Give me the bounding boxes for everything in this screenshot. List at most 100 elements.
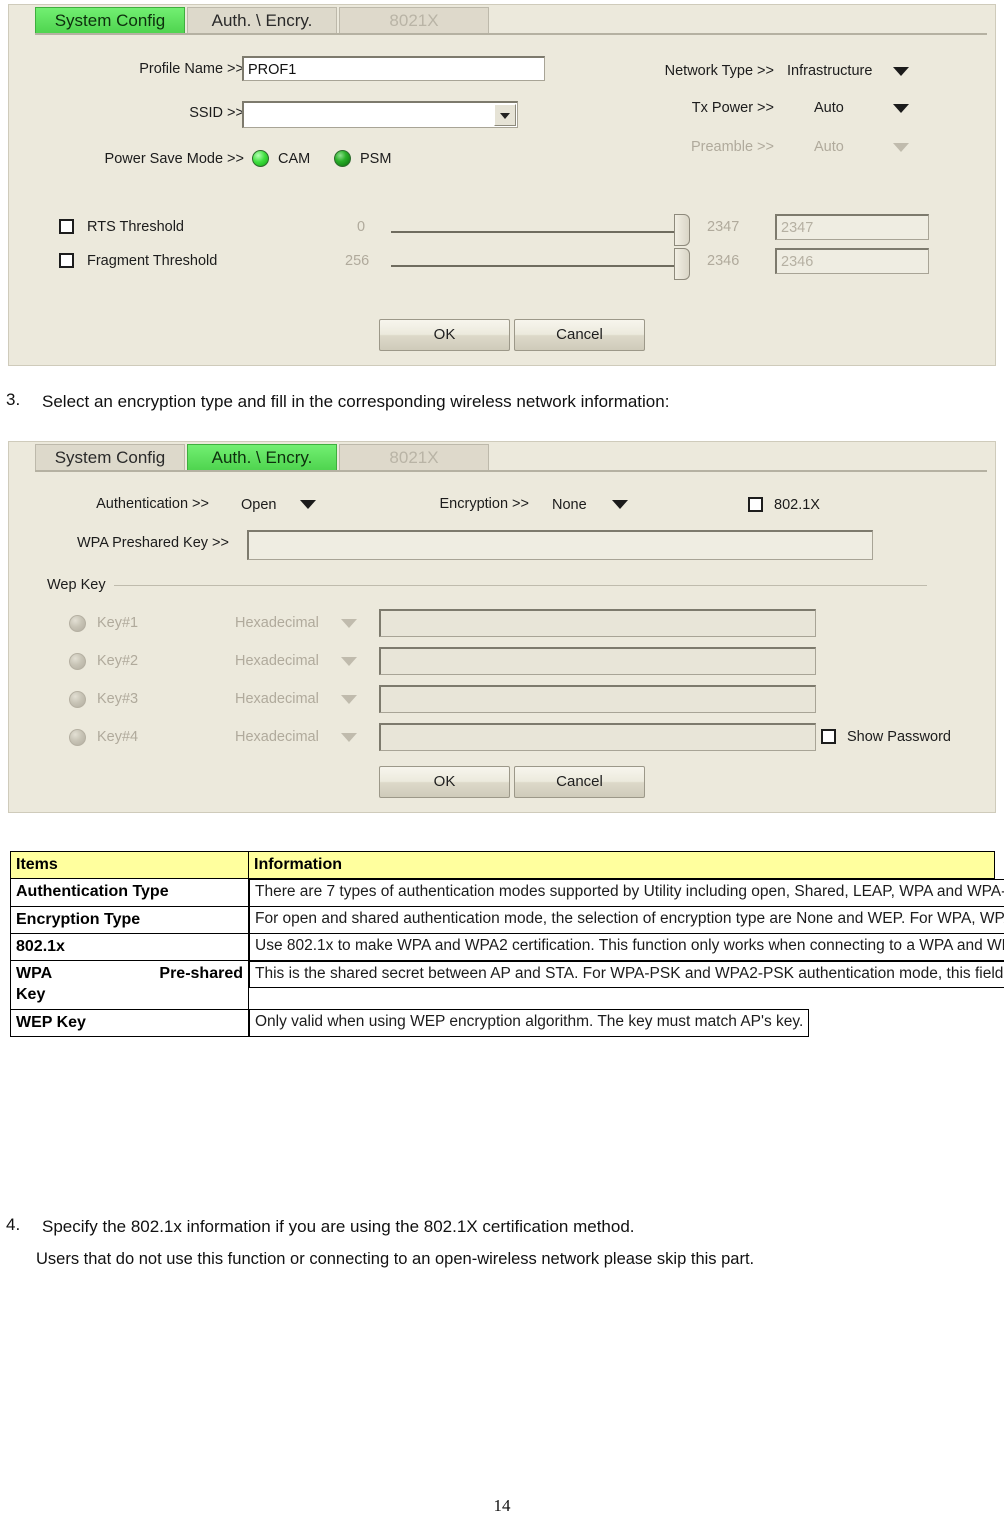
panel2-tabstrip: System Config Auth. \ Encry. 8021X — [9, 442, 995, 472]
panel1-ok-button[interactable]: OK — [379, 319, 510, 351]
wep-key4-label: Key#4 — [97, 729, 139, 745]
wep-key4-input — [379, 723, 816, 751]
profile-name-input[interactable]: PROF1 — [242, 56, 545, 81]
table-cell-key: WEP Key — [10, 1008, 249, 1037]
table-row: WPA Pre-shared Key This is the shared se… — [10, 960, 1004, 1010]
table-cell-value: For open and shared authentication mode,… — [249, 906, 1004, 934]
wep-key-group-label: Wep Key — [47, 577, 106, 593]
rts-threshold-checkbox[interactable] — [59, 219, 74, 234]
panel2-ok-button[interactable]: OK — [379, 766, 510, 798]
table-cell-key: Authentication Type — [10, 878, 249, 907]
power-save-psm-radio[interactable] — [334, 150, 351, 167]
ssid-combo[interactable] — [242, 101, 518, 128]
panel1-cancel-button[interactable]: Cancel — [514, 319, 645, 351]
tab-8021x: 8021X — [339, 7, 489, 33]
table-cell-value: There are 7 types of authentication mode… — [249, 879, 1004, 907]
fragment-threshold-slider-track[interactable] — [391, 265, 687, 267]
encryption-value[interactable]: None — [552, 497, 587, 513]
panel1-tabstrip: System Config Auth. \ Encry. 8021X — [9, 5, 995, 35]
network-type-chevron-down-icon[interactable] — [893, 67, 909, 76]
power-save-cam-radio[interactable] — [252, 150, 269, 167]
system-config-panel: System Config Auth. \ Encry. 8021X Profi… — [8, 4, 996, 366]
wep-key3-input — [379, 685, 816, 713]
rts-threshold-slider-track[interactable] — [391, 231, 687, 233]
fragment-threshold-value-input[interactable]: 2346 — [775, 248, 929, 274]
rts-threshold-value-input[interactable]: 2347 — [775, 214, 929, 240]
preamble-label: Preamble >> — [690, 139, 774, 155]
step-3-number: 3. — [6, 390, 21, 409]
fragment-threshold-slider-thumb[interactable] — [674, 248, 690, 280]
wpa-preshared-key-label: WPA Preshared Key >> — [76, 535, 229, 551]
tab-auth-encry-2[interactable]: Auth. \ Encry. — [187, 444, 337, 470]
table-cell-value: Only valid when using WEP encryption alg… — [249, 1009, 810, 1037]
wep-key1-radio — [69, 615, 86, 632]
panel2-cancel-button[interactable]: Cancel — [514, 766, 645, 798]
authentication-value[interactable]: Open — [241, 497, 276, 513]
step-4-text: Specify the 802.1x information if you ar… — [42, 1217, 635, 1236]
table-cell-key-line2: Key — [16, 986, 46, 1004]
wep-key2-label: Key#2 — [97, 653, 139, 669]
encryption-label: Encryption >> — [439, 496, 529, 512]
tx-power-chevron-down-icon[interactable] — [893, 104, 909, 113]
wep-key2-chevron-down-icon — [341, 657, 357, 666]
wep-key4-chevron-down-icon — [341, 733, 357, 742]
ssid-dropdown-arrow-icon[interactable] — [494, 104, 516, 126]
step-4-note: Users that do not use this function or c… — [36, 1250, 755, 1268]
show-password-label: Show Password — [847, 729, 951, 745]
wep-key4-format-value: Hexadecimal — [235, 729, 319, 745]
step-3-text: Select an encryption type and fill in th… — [42, 392, 670, 411]
network-type-value[interactable]: Infrastructure — [787, 63, 872, 79]
wep-key1-format-value: Hexadecimal — [235, 615, 319, 631]
rts-threshold-slider-thumb[interactable] — [674, 214, 690, 246]
rts-threshold-label: RTS Threshold — [87, 219, 184, 235]
panel2-tabstrip-underline — [35, 470, 987, 472]
rts-threshold-max: 2347 — [707, 219, 740, 235]
wep-key1-label: Key#1 — [97, 615, 139, 631]
tab-8021x-2: 8021X — [339, 444, 489, 470]
table-header-items: Items — [10, 850, 249, 880]
table-cell-value: This is the shared secret between AP and… — [249, 960, 1004, 989]
authentication-label: Authentication >> — [96, 496, 209, 512]
show-password-checkbox[interactable] — [821, 729, 836, 744]
tab-auth-encry[interactable]: Auth. \ Encry. — [187, 7, 337, 33]
table-row: Encryption Type For open and shared auth… — [10, 905, 1004, 934]
preamble-value: Auto — [814, 139, 844, 155]
tx-power-value[interactable]: Auto — [814, 100, 844, 116]
table-cell-value: Use 802.1x to make WPA and WPA2 certific… — [249, 933, 1004, 961]
tab-system-config[interactable]: System Config — [35, 7, 185, 33]
table-row: Authentication Type There are 7 types of… — [10, 878, 1004, 907]
table-cell-key-line1: WPA Pre-shared — [16, 963, 243, 984]
dot1x-checkbox[interactable] — [748, 497, 763, 512]
table-row: 802.1x Use 802.1x to make WPA and WPA2 c… — [10, 932, 1004, 962]
table-cell-key-word: WPA — [16, 965, 53, 983]
wep-key2-input — [379, 647, 816, 675]
information-table: Items Information Authentication Type Th… — [10, 850, 1004, 1037]
ssid-label: SSID >> — [189, 105, 244, 121]
table-cell-key: 802.1x — [10, 932, 249, 962]
wep-key3-radio — [69, 691, 86, 708]
encryption-chevron-down-icon[interactable] — [612, 500, 628, 509]
table-cell-key: Encryption Type — [10, 905, 249, 934]
wep-key-group-rule — [114, 585, 927, 586]
power-save-mode-label: Power Save Mode >> — [104, 151, 244, 167]
network-type-label: Network Type >> — [664, 63, 774, 79]
table-header-row: Items Information — [10, 850, 995, 880]
table-header-information: Information — [248, 850, 995, 880]
wpa-preshared-key-input[interactable] — [247, 530, 873, 560]
power-save-cam-label: CAM — [278, 151, 311, 167]
wep-key4-radio — [69, 729, 86, 746]
table-cell-key: WPA Pre-shared Key — [10, 960, 249, 1010]
wep-key3-chevron-down-icon — [341, 695, 357, 704]
fragment-threshold-label: Fragment Threshold — [87, 253, 218, 269]
tab-system-config-2[interactable]: System Config — [35, 444, 185, 470]
table-row: WEP Key Only valid when using WEP encryp… — [10, 1008, 995, 1037]
wep-key2-format-value: Hexadecimal — [235, 653, 319, 669]
authentication-chevron-down-icon[interactable] — [300, 500, 316, 509]
step-4-number: 4. — [6, 1215, 21, 1234]
preamble-chevron-down-icon — [893, 143, 909, 152]
tabstrip-underline — [35, 33, 987, 35]
fragment-threshold-checkbox[interactable] — [59, 253, 74, 268]
rts-threshold-min: 0 — [357, 219, 366, 235]
dot1x-label: 802.1X — [774, 497, 820, 513]
wep-key3-format-value: Hexadecimal — [235, 691, 319, 707]
